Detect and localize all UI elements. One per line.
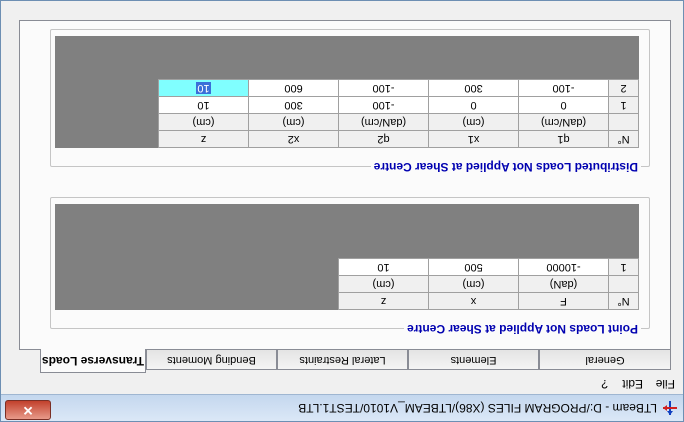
dl-cell-x2[interactable]: 600 xyxy=(248,79,339,97)
dl-header-q2: q2 xyxy=(338,130,429,148)
dl-unit-x1: (cm) xyxy=(428,113,519,131)
pl-header-f: F xyxy=(518,292,609,310)
menu-bar: File Edit ? xyxy=(1,374,683,394)
distributed-loads-group: Distributed Loads Not Applied at Shear C… xyxy=(50,29,650,174)
ltbeam-app-icon xyxy=(662,400,678,416)
dl-unit-no xyxy=(608,113,639,131)
dl-cell-z-selected[interactable]: 10 xyxy=(158,79,249,97)
pl-header-z: z xyxy=(338,292,429,310)
menu-edit[interactable]: Edit xyxy=(622,377,643,391)
dl-unit-q2: (daN/cm) xyxy=(338,113,429,131)
distributed-loads-grid[interactable]: N° q1 x1 q2 x2 z (daN/cm) (cm) (daN/cm) … xyxy=(55,36,639,148)
dl-header-x2: x2 xyxy=(248,130,339,148)
tab-bending-moments[interactable]: Bending Moments xyxy=(146,350,277,370)
dl-cell-x1[interactable]: 0 xyxy=(428,96,519,114)
dl-cell-x1[interactable]: 300 xyxy=(428,79,519,97)
close-button[interactable]: ✕ xyxy=(5,400,51,420)
title-bar[interactable]: LTBeam - D:/PROGRAM FILES (X86)/LTBEAM_V… xyxy=(1,394,683,421)
pl-unit-no xyxy=(608,275,639,293)
pl-unit-f: (daN) xyxy=(518,275,609,293)
table-row: 2 -100 300 -100 600 10 xyxy=(158,79,639,97)
dl-unit-z: (cm) xyxy=(158,113,249,131)
menu-file[interactable]: File xyxy=(656,377,675,391)
selected-cell-value: 10 xyxy=(196,82,211,94)
main-window: LTBeam - D:/PROGRAM FILES (X86)/LTBEAM_V… xyxy=(0,0,684,422)
point-loads-title: Point Loads Not Applied at Shear Centre xyxy=(404,322,641,336)
dl-cell-q1[interactable]: 0 xyxy=(518,96,609,114)
dl-cell-q2[interactable]: -100 xyxy=(338,79,429,97)
menu-help[interactable]: ? xyxy=(601,377,608,391)
dl-header-no: N° xyxy=(608,130,639,148)
pl-cell-z[interactable]: 10 xyxy=(338,258,429,276)
dl-unit-q1: (daN/cm) xyxy=(518,113,609,131)
point-loads-grid[interactable]: N° F x z (daN) (cm) (cm) 1 -10000 500 10 xyxy=(55,204,639,310)
pl-cell-f[interactable]: -10000 xyxy=(518,258,609,276)
dl-unit-x2: (cm) xyxy=(248,113,339,131)
tab-elements[interactable]: Elements xyxy=(408,350,539,370)
point-loads-group: Point Loads Not Applied at Shear Centre … xyxy=(50,197,650,336)
window-title: LTBeam - D:/PROGRAM FILES (X86)/LTBEAM_V… xyxy=(298,401,657,415)
pl-unit-x: (cm) xyxy=(428,275,519,293)
pl-header-no: N° xyxy=(608,292,639,310)
dl-cell-q2[interactable]: -100 xyxy=(338,96,429,114)
dl-row-number: 2 xyxy=(608,79,639,97)
pl-row-number: 1 xyxy=(608,258,639,276)
dl-cell-x2[interactable]: 300 xyxy=(248,96,339,114)
table-row: 1 0 0 -100 300 10 xyxy=(158,96,639,114)
tab-lateral-restraints[interactable]: Lateral Restraints xyxy=(277,350,408,370)
dl-header-x1: x1 xyxy=(428,130,519,148)
close-icon: ✕ xyxy=(22,403,34,418)
transverse-loads-panel: Point Loads Not Applied at Shear Centre … xyxy=(19,20,671,350)
distributed-loads-title: Distributed Loads Not Applied at Shear C… xyxy=(370,160,641,174)
table-row: 1 -10000 500 10 xyxy=(338,258,639,276)
dl-row-number: 1 xyxy=(608,96,639,114)
dl-cell-z[interactable]: 10 xyxy=(158,96,249,114)
tab-general[interactable]: General xyxy=(539,350,671,370)
pl-cell-x[interactable]: 500 xyxy=(428,258,519,276)
client-area: General Elements Lateral Restraints Bend… xyxy=(15,16,675,374)
pl-unit-z: (cm) xyxy=(338,275,429,293)
dl-cell-q1[interactable]: -100 xyxy=(518,79,609,97)
dl-header-z: z xyxy=(158,130,249,148)
dl-header-q1: q1 xyxy=(518,130,609,148)
pl-header-x: x xyxy=(428,292,519,310)
tab-transverse-loads[interactable]: Transverse Loads xyxy=(40,349,146,373)
